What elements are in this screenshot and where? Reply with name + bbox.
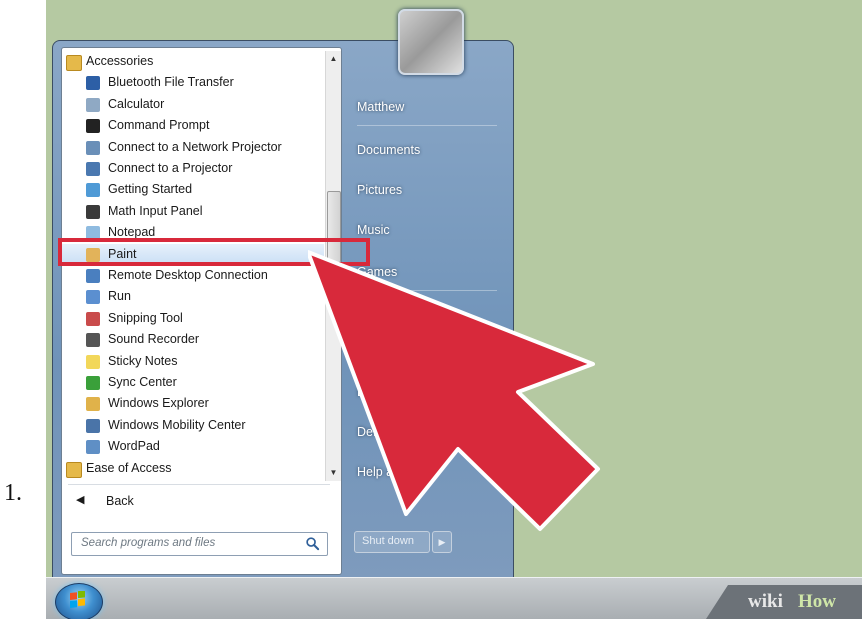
program-label: Sticky Notes [108,353,178,368]
program-item[interactable]: Windows Mobility Center [62,415,324,436]
folder-icon [66,461,82,478]
program-label: Calculator [108,96,165,111]
sync-icon [86,376,100,390]
program-item[interactable]: Snipping Tool [62,308,324,329]
shutdown-label: Shut down [362,535,414,547]
shutdown-options-icon[interactable]: ▶ [432,531,452,553]
program-item[interactable]: Sound Recorder [62,329,324,350]
program-label: Windows Mobility Center [108,417,246,432]
program-label: Connect to a Network Projector [108,139,282,154]
microphone-icon [86,333,100,348]
program-item[interactable]: Connect to a Network Projector [62,137,324,158]
programs-list: Accessories Bluetooth File Transfer Calcul… [62,48,324,484]
back-label: Back [106,494,134,508]
program-label: Math Input Panel [108,203,203,218]
getting-started-icon [86,183,100,198]
program-label: Run [108,289,131,304]
search-placeholder: Search programs and files [81,537,216,549]
search-input[interactable]: Search programs and files [71,532,328,556]
program-label: Windows Explorer [108,396,209,411]
program-label: Connect to a Projector [108,161,233,175]
wikihow-watermark: wiki How [706,585,862,619]
start-right-item[interactable]: Music [351,217,501,243]
start-right-label: Documents [357,143,421,157]
sticky-notes-icon [86,354,100,369]
program-item[interactable]: Accessories [62,51,324,72]
watermark-how: How [798,591,836,612]
program-item[interactable]: Sync Center [62,372,324,393]
start-right-label: Pictures [357,183,403,197]
start-right-label: Music [357,223,390,237]
folder-icon [66,55,82,71]
watermark-wiki: wiki [748,591,783,612]
program-item[interactable]: Run [62,286,324,307]
program-label: Getting Started [108,182,193,197]
program-item[interactable]: Remote Desktop Connection [62,265,324,286]
start-right-item[interactable]: Pictures [351,177,501,203]
step-number: 1. [4,480,22,506]
program-label: Sync Center [108,375,177,389]
desktop: Accessories Bluetooth File Transfer Calcul… [46,0,862,619]
explorer-folder-icon [86,397,100,412]
program-item[interactable]: Getting Started [62,179,324,200]
start-right-item[interactable]: Documents [351,137,501,163]
user-picture[interactable] [398,9,464,75]
program-item[interactable]: WordPad [62,436,324,457]
pointer-arrow-icon [308,250,600,531]
programs-pane: Accessories Bluetooth File Transfer Calcul… [61,47,342,575]
back-button[interactable]: ◀ Back [68,492,323,512]
network-projector-icon [86,140,100,155]
shutdown-button[interactable]: Shut down [354,531,430,553]
program-label: Accessories [86,54,154,68]
projector-icon [86,162,100,176]
command-prompt-icon [86,119,100,134]
remote-desktop-icon [86,269,100,283]
program-item[interactable]: Sticky Notes [62,351,324,372]
program-item[interactable]: Ease of Access [62,458,324,479]
program-label: Sound Recorder [108,332,200,347]
divider [68,484,330,485]
program-item[interactable]: Command Prompt [62,115,324,136]
calculator-icon [86,97,100,112]
program-item[interactable]: Windows Explorer [62,393,324,414]
start-right-item[interactable]: Matthew [351,94,501,120]
program-item[interactable]: Connect to a Projector [62,158,324,179]
mobility-center-icon [86,418,100,433]
program-item[interactable]: Bluetooth File Transfer [62,72,324,93]
program-label: Snipping Tool [108,310,183,325]
start-button[interactable] [55,583,103,619]
program-item[interactable]: Calculator [62,94,324,115]
program-item[interactable]: Math Input Panel [62,201,324,222]
program-label: WordPad [108,439,160,454]
back-arrow-icon: ◀ [76,494,85,506]
program-label: Command Prompt [108,118,210,133]
bluetooth-icon [86,76,100,91]
program-label: Remote Desktop Connection [108,268,268,282]
windows-logo-icon [70,591,85,608]
divider [357,125,497,126]
math-input-icon [86,204,100,219]
wordpad-icon [86,440,100,455]
scroll-up-icon[interactable]: ▲ [328,53,339,65]
program-label: Ease of Access [86,460,172,475]
program-label: Bluetooth File Transfer [108,75,234,90]
scissors-icon [86,311,100,326]
run-icon [86,290,100,305]
search-icon[interactable] [305,536,320,551]
start-right-label: Matthew [357,100,405,114]
